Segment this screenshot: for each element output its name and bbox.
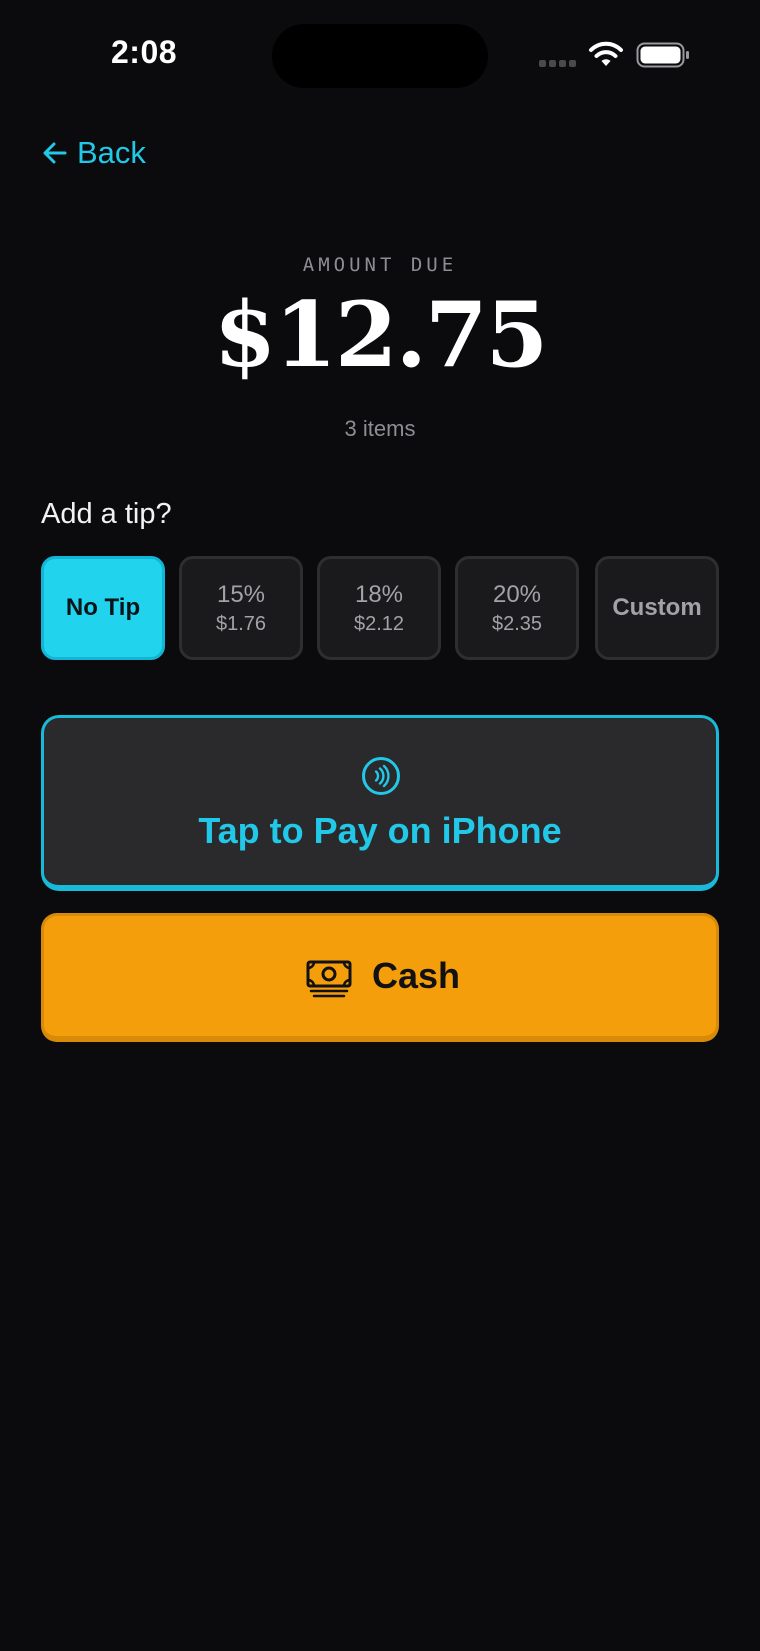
- status-time: 2:08: [111, 34, 178, 70]
- wifi-icon: [589, 41, 623, 66]
- tap-to-pay-label: Tap to Pay on iPhone: [198, 810, 562, 851]
- tip-option-label: Custom: [612, 594, 702, 621]
- tip-option-no-tip[interactable]: No Tip: [41, 556, 165, 660]
- tip-option-label: 15%: [216, 580, 266, 608]
- cash-label: Cash: [372, 955, 461, 996]
- tip-option-15[interactable]: 15% $1.76: [179, 556, 303, 660]
- status-bar: 2:08: [0, 0, 760, 110]
- tip-option-amount: $2.12: [353, 612, 405, 635]
- tip-options: No Tip 15% $1.76 18% $2.12 20% $2.35 Cus…: [41, 556, 719, 660]
- amount-due-label: AMOUNT DUE: [302, 254, 458, 276]
- arrow-left-icon: [43, 142, 67, 164]
- tip-option-label: No Tip: [65, 594, 141, 621]
- tip-option-amount: $2.35: [491, 612, 543, 635]
- tip-option-20[interactable]: 20% $2.35: [455, 556, 579, 660]
- contactless-icon: [362, 757, 400, 795]
- back-button[interactable]: Back: [41, 130, 146, 176]
- cellular-signal-icon: [539, 60, 577, 67]
- tip-option-amount: $1.76: [215, 612, 267, 635]
- tip-option-label: 18%: [354, 580, 404, 608]
- tip-option-18[interactable]: 18% $2.12: [317, 556, 441, 660]
- battery-icon: [636, 42, 689, 68]
- tip-option-label: 20%: [492, 580, 542, 608]
- tip-heading: Add a tip?: [41, 498, 172, 530]
- amount-due-value: $12.75: [213, 282, 548, 388]
- cash-button[interactable]: Cash: [41, 913, 719, 1042]
- tip-option-custom[interactable]: Custom: [595, 556, 719, 660]
- dynamic-island: [272, 24, 488, 88]
- tap-to-pay-button[interactable]: Tap to Pay on iPhone: [41, 715, 719, 891]
- items-count: 3 items: [344, 416, 416, 441]
- cash-icon: [306, 960, 352, 998]
- back-label: Back: [77, 135, 146, 170]
